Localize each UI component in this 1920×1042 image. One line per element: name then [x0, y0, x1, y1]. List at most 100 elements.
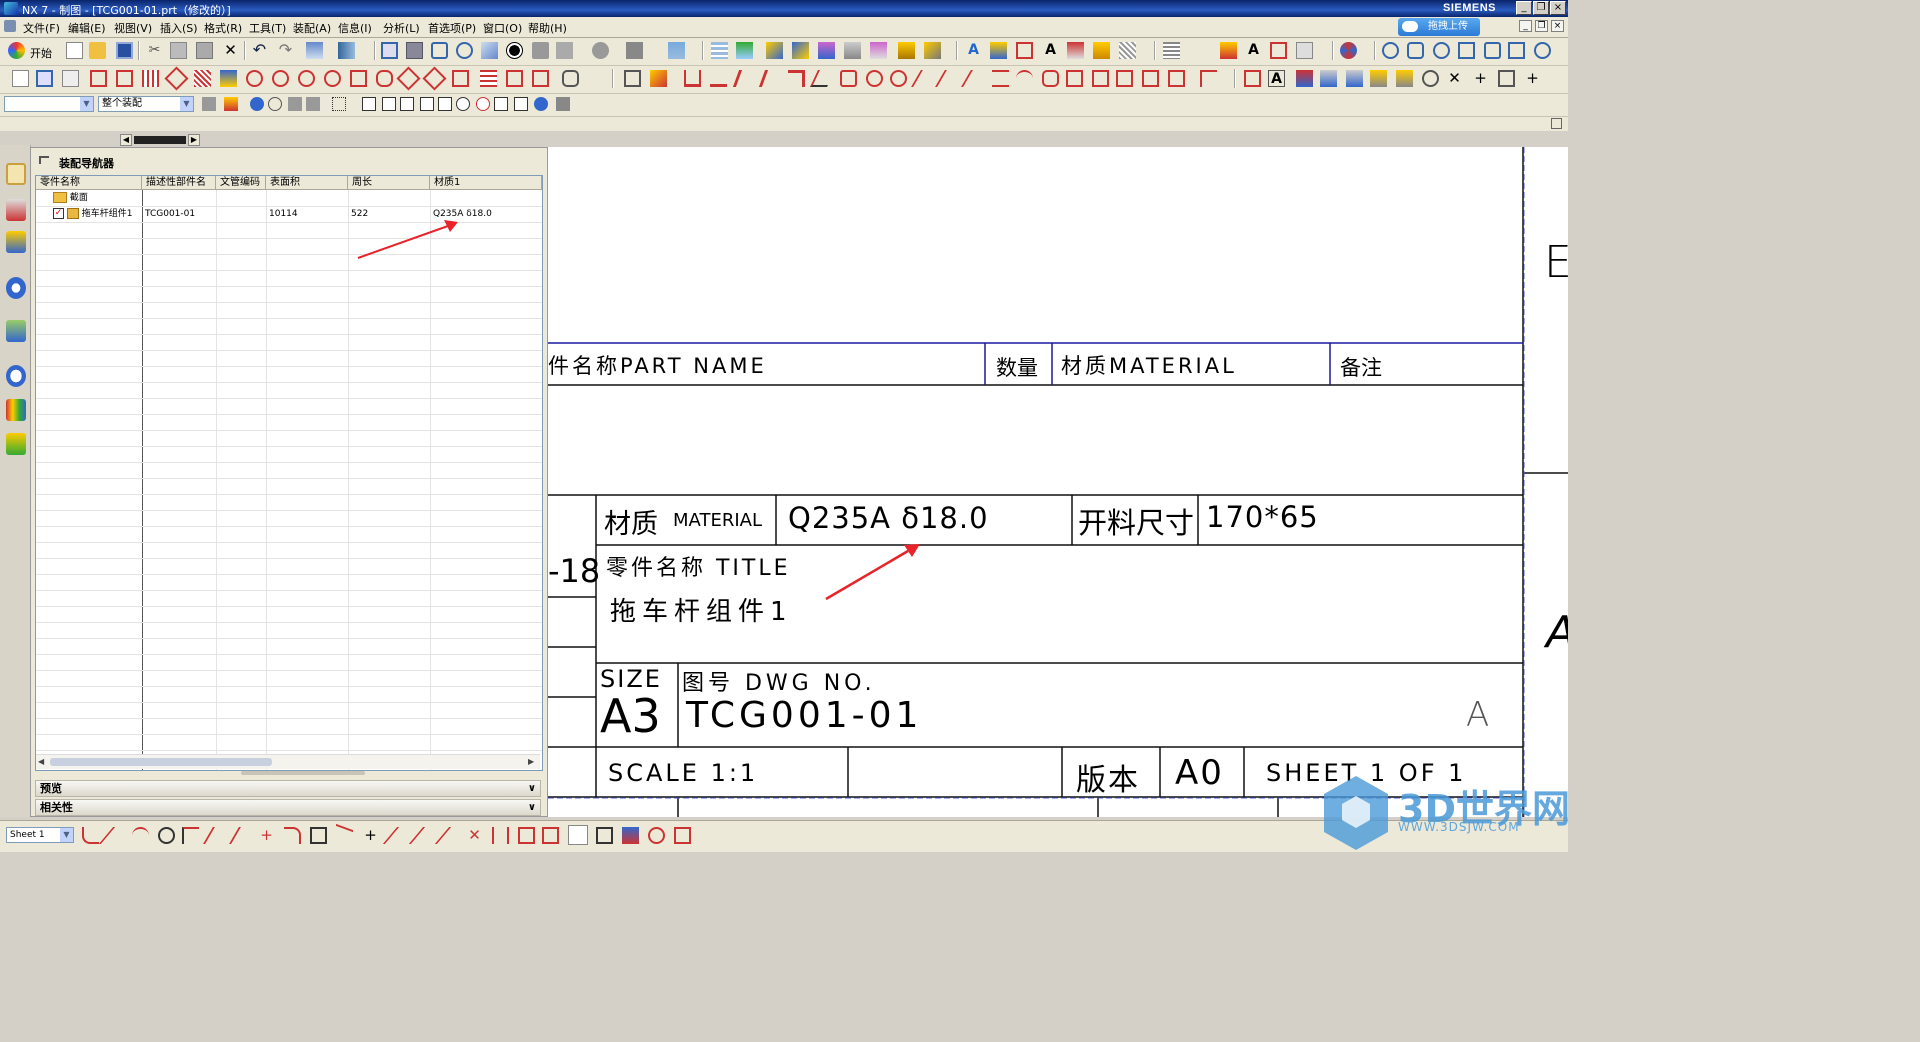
roles-icon[interactable] [6, 433, 26, 455]
tool-icon[interactable] [422, 66, 447, 91]
zoom-in-icon[interactable] [456, 42, 473, 59]
tool-icon[interactable] [324, 70, 341, 87]
sheet-select[interactable]: Sheet 1 ▼ [6, 827, 74, 843]
view-icon[interactable] [1340, 42, 1357, 59]
snap-icon[interactable] [1382, 42, 1399, 59]
new-file-icon[interactable] [66, 42, 83, 59]
paste-icon[interactable] [196, 42, 213, 59]
constraint-navigator-icon[interactable] [6, 199, 26, 221]
text-icon[interactable]: A [965, 42, 982, 59]
snap-icon[interactable] [556, 97, 570, 111]
snap-icon[interactable] [494, 97, 508, 111]
tool-icon[interactable] [220, 70, 237, 87]
view-icon[interactable] [1296, 42, 1313, 59]
select-icon[interactable] [306, 42, 323, 59]
view-icon[interactable] [1270, 42, 1287, 59]
scroll-right-icon[interactable]: ▶ [188, 134, 200, 146]
tool-icon[interactable] [142, 70, 159, 87]
fit-icon[interactable] [381, 42, 398, 59]
column-header-perimeter[interactable]: 周长 [348, 176, 430, 190]
column-header-area[interactable]: 表面积 [266, 176, 348, 190]
snap-icon[interactable] [438, 97, 452, 111]
menu-window[interactable]: 窗口(O) [483, 20, 522, 36]
start-menu-label[interactable]: 开始 [30, 45, 52, 61]
scroll-left-icon[interactable]: ◀ [38, 757, 44, 766]
assembly-icon[interactable] [792, 42, 809, 59]
tool-icon[interactable]: ✕ [1446, 70, 1463, 87]
wireframe-icon[interactable] [556, 42, 573, 59]
doc-restore-button[interactable]: ❐ [1535, 20, 1548, 32]
snap-midpoint-icon[interactable] [382, 97, 396, 111]
tool-icon[interactable] [396, 66, 421, 91]
minimize-button[interactable]: _ [1516, 1, 1532, 15]
mirror-icon[interactable] [492, 827, 509, 844]
tool-icon[interactable] [272, 70, 289, 87]
zoom-area-icon[interactable] [431, 42, 448, 59]
dependency-panel-header[interactable]: 相关性 ∨ [35, 799, 541, 816]
tool-icon[interactable] [961, 70, 988, 87]
tool-icon[interactable] [116, 70, 133, 87]
pattern-icon[interactable] [542, 827, 559, 844]
pan-icon[interactable] [481, 42, 498, 59]
delete-icon[interactable]: ✕ [222, 42, 239, 59]
splitter-handle[interactable] [241, 771, 365, 775]
snap-icon[interactable] [400, 97, 414, 111]
start-icon[interactable] [8, 42, 25, 59]
annotation-icon[interactable] [1016, 42, 1033, 59]
snap-icon[interactable] [476, 97, 490, 111]
tool-icon[interactable] [622, 827, 639, 844]
list-item[interactable]: 截面 [36, 190, 142, 206]
select-rect-icon[interactable] [332, 97, 346, 111]
tool-icon[interactable]: A [1268, 70, 1285, 87]
trim-icon[interactable]: ✕ [466, 827, 483, 844]
tool-icon[interactable] [338, 42, 355, 59]
part-navigator-icon[interactable] [6, 231, 26, 253]
tool-icon[interactable] [650, 70, 667, 87]
menu-preferences[interactable]: 首选项(P) [428, 20, 476, 36]
scroll-right-icon[interactable]: ▶ [528, 757, 534, 766]
column-header-part-name[interactable]: 零件名称 [36, 176, 142, 190]
tool-icon[interactable] [1200, 70, 1217, 87]
arc-icon[interactable] [132, 827, 149, 844]
shaded-icon[interactable] [532, 42, 549, 59]
tool-icon[interactable] [935, 70, 962, 87]
menu-format[interactable]: 格式(R) [204, 20, 242, 36]
tool-icon[interactable] [376, 70, 393, 87]
annotation-icon[interactable]: A [1042, 42, 1059, 59]
table-icon[interactable] [1163, 42, 1180, 59]
tool-icon[interactable] [434, 827, 467, 844]
snap-icon[interactable] [1458, 42, 1475, 59]
doc-minimize-button[interactable]: _ [1519, 20, 1532, 32]
view-icon[interactable] [1220, 42, 1237, 59]
snap-endpoint-icon[interactable] [362, 97, 376, 111]
close-button[interactable]: × [1550, 1, 1566, 15]
drawing-canvas[interactable]: 件名称PART NAME 数量 材质MATERIAL 备注 材质 MATERIA… [548, 147, 1568, 817]
zoom-window-icon[interactable] [406, 42, 423, 59]
pin-icon[interactable] [39, 156, 49, 164]
snap-icon[interactable] [514, 97, 528, 111]
view-icon[interactable]: A [1245, 42, 1262, 59]
palette-icon[interactable] [6, 399, 26, 421]
tool-icon[interactable] [1320, 70, 1337, 87]
assembly-navigator-icon[interactable] [6, 163, 26, 185]
tool-icon[interactable] [1498, 70, 1515, 87]
tool-icon[interactable] [890, 70, 907, 87]
menu-help[interactable]: 帮助(H) [528, 20, 567, 36]
point-icon[interactable]: + [258, 827, 275, 844]
tool-icon[interactable] [911, 70, 938, 87]
scope-select[interactable]: 整个装配 ▼ [98, 96, 194, 112]
tool-icon[interactable] [992, 70, 1009, 87]
tool-icon[interactable] [1042, 70, 1059, 87]
tool-icon[interactable] [1422, 70, 1439, 87]
filter-icon[interactable] [288, 97, 302, 111]
snap-icon[interactable] [1407, 42, 1424, 59]
cut-icon[interactable]: ✂ [146, 42, 163, 59]
annotation-icon[interactable] [990, 42, 1007, 59]
menu-info[interactable]: 信息(I) [338, 20, 372, 36]
tool-icon[interactable] [668, 42, 685, 59]
tool-icon[interactable] [164, 66, 189, 91]
redo-icon[interactable]: ↷ [277, 42, 294, 59]
hatch-icon[interactable] [1119, 42, 1136, 59]
menu-tools[interactable]: 工具(T) [249, 20, 286, 36]
open-folder-icon[interactable] [89, 42, 106, 59]
